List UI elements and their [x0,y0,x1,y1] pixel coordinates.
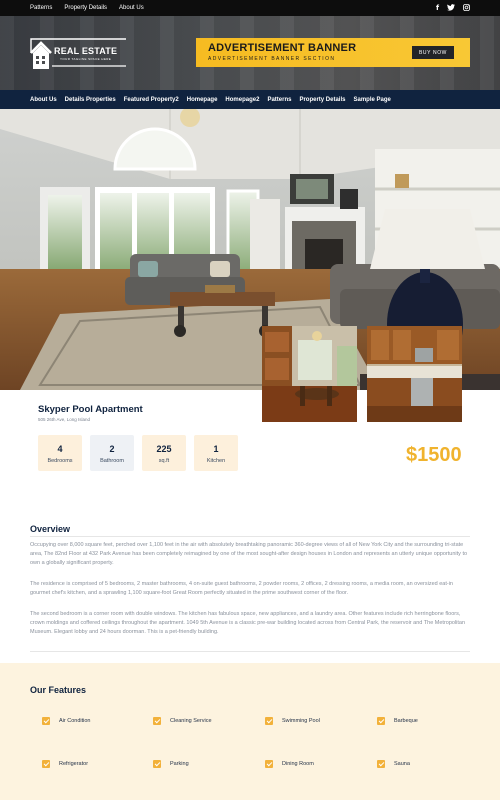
feature-item-cleaning-service: Cleaning Service [153,716,212,726]
feature-item-air-condition: Air Condition [42,716,91,726]
ad-title: ADVERTISEMENT BANNER [208,42,357,54]
overview-section: Overview Occupying over 8,000 square fee… [30,524,470,652]
feature-item-sauna: Sauna [377,759,410,769]
overview-paragraph: The second bedroom is a corner room with… [30,611,466,636]
divider [30,536,470,537]
feature-label: Swimming Pool [282,718,320,724]
feature-item-dining-room: Dining Room [265,759,314,769]
feature-label: Air Condition [59,718,91,724]
feature-label: Dining Room [282,761,314,767]
feature-item-barbeque: Barbeque [377,716,418,726]
advertisement-banner[interactable]: ADVERTISEMENT BANNER ADVERTISEMENT BANNE… [196,38,470,67]
nav-item-homepage[interactable]: Homepage [187,97,218,103]
stat-value: 4 [57,444,63,454]
nav-item-details-properties[interactable]: Details Properties [65,97,116,103]
nav-item-featured-property2[interactable]: Featured Property2 [124,97,179,103]
feature-label: Sauna [394,761,410,767]
property-address: 505 26th Ave, Long Island [38,417,90,422]
checkbox-checked-icon [153,717,161,725]
checkbox-checked-icon [265,760,273,768]
checkbox-checked-icon [377,717,385,725]
top-link-about-us[interactable]: About Us [119,5,144,11]
top-bar: Patterns Property Details About Us f [0,0,500,16]
top-link-property-details[interactable]: Property Details [64,5,107,11]
stat-label: Bedrooms [47,458,73,464]
buy-now-button[interactable]: BUY NOW [412,46,454,59]
feature-item-refrigerator: Refrigerator [42,759,88,769]
stat-bedrooms: 4 Bedrooms [38,435,82,471]
property-title: Skyper Pool Apartment [38,404,143,415]
nav-item-homepage2[interactable]: Homepage2 [225,97,259,103]
divider [30,651,470,652]
property-price: $1500 [406,444,462,466]
stat-bathroom: 2 Bathroom [90,435,134,471]
property-info: Skyper Pool Apartment 505 26th Ave, Long… [0,390,500,510]
top-links: Patterns Property Details About Us [30,0,144,16]
overview-heading: Overview [30,524,71,534]
features-section: Our Features Air Condition Cleaning Serv… [0,663,500,800]
stat-value: 225 [156,444,172,454]
stat-kitchen: 1 Kitchen [194,435,238,471]
top-link-patterns[interactable]: Patterns [30,5,52,11]
site-logo[interactable]: REAL ESTATE YOUR TAGLINE SPACE HERE [30,35,126,71]
stat-label: Bathroom [100,458,124,464]
features-heading: Our Features [30,685,87,695]
stat-sqft: 225 sq.ft [142,435,186,471]
feature-label: Parking [170,761,189,767]
checkbox-checked-icon [377,760,385,768]
checkbox-checked-icon [42,717,50,725]
logo-title: REAL ESTATE [54,46,118,56]
twitter-icon[interactable] [447,3,455,13]
nav-item-about-us[interactable]: About Us [30,97,57,103]
nav-item-sample-page[interactable]: Sample Page [353,97,390,103]
instagram-icon[interactable] [463,3,470,13]
stat-label: sq.ft [158,458,170,464]
overview-paragraph: The residence is comprised of 5 bedrooms… [30,581,453,597]
social-links: f [436,0,470,16]
nav-item-patterns[interactable]: Patterns [267,97,291,103]
feature-item-parking: Parking [153,759,189,769]
checkbox-checked-icon [265,717,273,725]
stat-value: 1 [213,444,219,454]
checkbox-checked-icon [42,760,50,768]
feature-item-swimming-pool: Swimming Pool [265,716,320,726]
main-nav: About Us Details Properties Featured Pro… [0,90,500,109]
ad-subtitle: ADVERTISEMENT BANNER SECTION [208,56,336,62]
stat-value: 2 [109,444,115,454]
site-header: REAL ESTATE YOUR TAGLINE SPACE HERE ADVE… [0,16,500,90]
logo-tagline: YOUR TAGLINE SPACE HERE [60,57,112,61]
feature-label: Refrigerator [59,761,89,767]
nav-item-property-details[interactable]: Property Details [299,97,345,103]
overview-paragraph: Occupying over 8,000 square feet, perche… [30,542,468,567]
facebook-icon[interactable]: f [436,4,439,12]
stat-label: Kitchen [206,458,226,464]
feature-label: Cleaning Service [170,718,212,724]
checkbox-checked-icon [153,760,161,768]
feature-label: Barbeque [394,718,418,724]
